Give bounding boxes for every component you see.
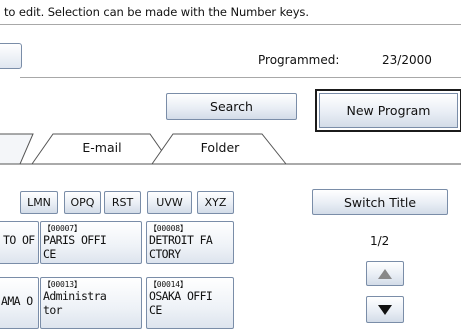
status-divider <box>20 77 461 78</box>
search-button-label: Search <box>210 99 253 114</box>
destination-entry[interactable]: 【00007】 PARIS OFFI CE <box>40 221 142 264</box>
up-triangle-icon <box>378 268 392 279</box>
programmed-label: Programmed: <box>258 53 340 67</box>
index-key-rst[interactable]: RST <box>104 191 141 214</box>
index-key-label: XYZ <box>204 196 227 209</box>
page-up-button[interactable] <box>366 261 404 286</box>
destination-entry[interactable]: 【00008】 DETROIT FA CTORY <box>146 221 234 264</box>
entry-name-line1: TO OF <box>3 233 35 247</box>
entry-name-line1: OSAKA OFFI <box>149 289 213 303</box>
entry-name-line2: CE <box>149 303 162 317</box>
new-program-button[interactable]: New Program <box>315 89 461 132</box>
search-button[interactable]: Search <box>166 93 297 120</box>
destination-entry[interactable]: 【00013】 Administra tor <box>40 277 142 329</box>
index-key-opq[interactable]: OPQ <box>64 191 101 214</box>
destination-entry[interactable]: TO OF <box>0 221 39 264</box>
index-key-lmn[interactable]: LMN <box>20 191 58 214</box>
entry-name-line1: DETROIT FA <box>149 233 213 247</box>
index-key-label: OPQ <box>70 196 95 209</box>
index-key-label: UVW <box>156 196 183 209</box>
entry-name-line2: CE <box>43 247 56 261</box>
switch-title-label: Switch Title <box>343 194 417 210</box>
tab-folder-label: Folder <box>200 140 240 155</box>
index-key-label: LMN <box>27 196 51 209</box>
top-divider <box>0 24 461 25</box>
switch-title-button[interactable]: Switch Title <box>312 189 448 215</box>
destination-entry[interactable]: AMA O <box>0 277 39 329</box>
entry-name-line1: Administra <box>43 289 107 303</box>
page-down-button[interactable] <box>366 296 404 323</box>
new-program-button-label: New Program <box>346 103 431 118</box>
page-indicator: 1/2 <box>370 234 390 248</box>
index-key-label: RST <box>111 196 134 209</box>
index-key-xyz[interactable]: XYZ <box>197 191 234 214</box>
destination-entry[interactable]: 【00014】 OSAKA OFFI CE <box>146 277 234 329</box>
down-triangle-icon <box>378 304 392 315</box>
programmed-count: 23/2000 <box>382 53 432 67</box>
left-partial-button[interactable] <box>0 43 22 69</box>
tab-email-label: E-mail <box>82 140 122 155</box>
entry-name-line1: AMA O <box>1 294 33 308</box>
instruction-text: to edit. Selection can be made with the … <box>4 5 309 19</box>
entry-name-line1: PARIS OFFI <box>43 233 107 247</box>
index-key-uvw[interactable]: UVW <box>147 191 192 214</box>
tab-partial-left[interactable] <box>0 133 34 165</box>
entry-name-line2: tor <box>43 303 63 317</box>
entry-name-line2: CTORY <box>149 247 181 261</box>
